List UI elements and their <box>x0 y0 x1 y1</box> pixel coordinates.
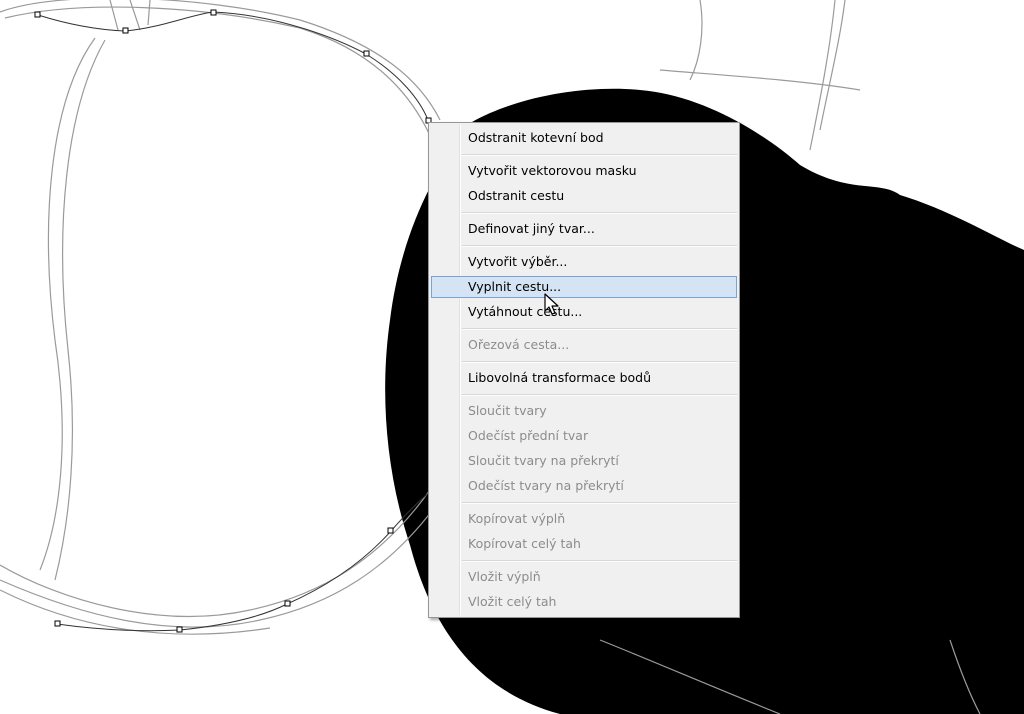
menu-separator <box>462 154 737 156</box>
arrow-pointer-icon <box>544 293 559 315</box>
menu-separator <box>462 560 737 562</box>
menu-item-9[interactable]: Libovolná transformace bodů <box>431 367 737 389</box>
anchor-points[interactable] <box>34 9 432 633</box>
menu-item-4[interactable]: Definovat jiný tvar... <box>431 218 737 240</box>
menu-item-12: Sloučit tvary na překrytí <box>468 453 619 468</box>
menu-item-1[interactable]: Odstranit kotevní bod <box>431 127 737 149</box>
menu-item-13: Odečíst tvary na překrytí <box>468 478 624 493</box>
vector-path[interactable] <box>37 11 431 632</box>
menu-separator <box>462 502 737 504</box>
menu-separator <box>462 212 737 214</box>
menu-item-16: Vložit výplň <box>468 569 541 584</box>
menu-item-8: Ořezová cesta... <box>468 337 570 352</box>
menu-separator <box>462 328 737 330</box>
menu-item-17: Vložit celý tah <box>468 594 557 609</box>
menu-item-5[interactable]: Vytvořit výběr... <box>431 251 737 273</box>
menu-item-14: Kopírovat výplň <box>468 511 566 526</box>
menu-item-15: Kopírovat celý tah <box>468 536 581 551</box>
menu-separator <box>462 361 737 363</box>
menu-item-6[interactable]: Vyplnit cestu... <box>431 276 737 298</box>
menu-item-11: Odečíst přední tvar <box>468 428 589 443</box>
menu-separator <box>462 394 737 396</box>
menu-separator <box>462 245 737 247</box>
menu-item-7[interactable]: Vytáhnout cestu... <box>431 301 737 323</box>
menu-item-2[interactable]: Vytvořit vektorovou masku <box>431 160 737 182</box>
menu-item-3[interactable]: Odstranit cestu <box>431 185 737 207</box>
menu-item-10: Sloučit tvary <box>468 403 547 418</box>
context-menu: Odstranit kotevní bod Vytvořit vektorovou… <box>428 122 740 618</box>
